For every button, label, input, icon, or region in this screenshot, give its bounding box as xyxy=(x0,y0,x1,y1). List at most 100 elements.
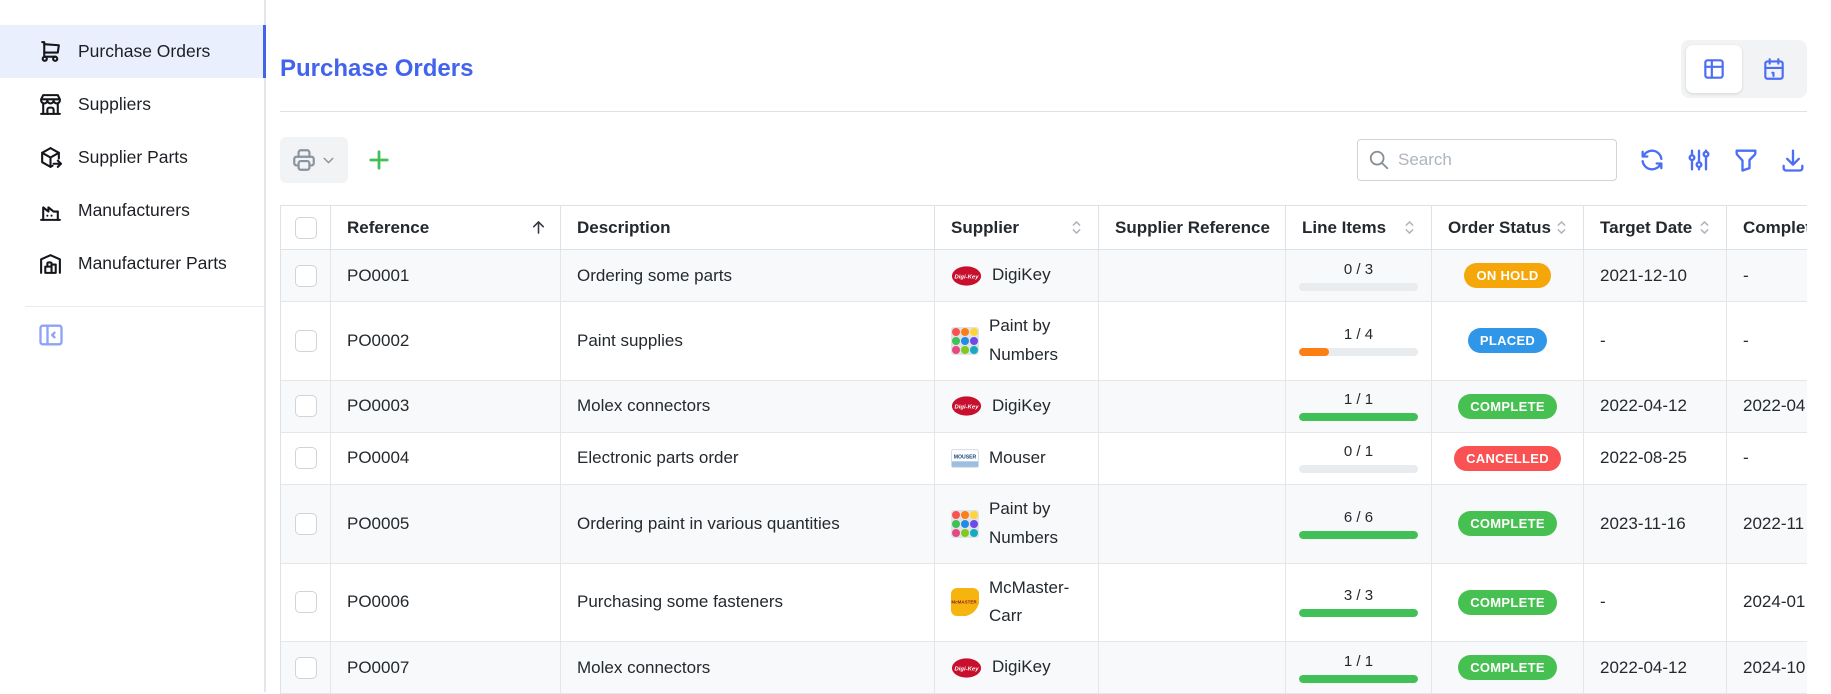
adjustments-icon xyxy=(1685,146,1713,174)
row-checkbox[interactable] xyxy=(295,513,317,535)
printer-icon xyxy=(291,147,317,173)
line-items-progress-fill xyxy=(1299,675,1418,683)
storefront-icon xyxy=(38,92,63,117)
line-items-cell: 6 / 6 xyxy=(1286,485,1432,564)
sort-selector-icon xyxy=(1695,218,1726,237)
sidebar-item-manufacturers[interactable]: Manufacturers xyxy=(0,184,264,237)
column-header-order_status[interactable]: Order Status xyxy=(1432,205,1584,250)
sidebar-item-label: Manufacturer Parts xyxy=(78,253,227,274)
supplier-cell: Digi-KeyDigiKey xyxy=(935,642,1099,694)
sort-ascending-icon xyxy=(529,218,560,237)
column-header-reference[interactable]: Reference xyxy=(331,205,561,250)
filter-button[interactable] xyxy=(1732,146,1760,174)
completion-date-cell: - xyxy=(1727,250,1807,302)
table-row[interactable]: PO0005Ordering paint in various quantiti… xyxy=(280,485,1807,564)
sort-selector-icon xyxy=(1067,218,1098,237)
table-row[interactable]: PO0003Molex connectorsDigi-KeyDigiKey1 /… xyxy=(280,381,1807,433)
table-row[interactable]: PO0001Ordering some partsDigi-KeyDigiKey… xyxy=(280,250,1807,302)
reference-cell: PO0004 xyxy=(331,433,561,485)
row-checkbox[interactable] xyxy=(295,330,317,352)
supplier-cell: Digi-KeyDigiKey xyxy=(935,250,1099,302)
filter-icon xyxy=(1732,146,1760,174)
column-header-description[interactable]: Description xyxy=(561,205,935,250)
sidebar-item-purchase-orders[interactable]: Purchase Orders xyxy=(0,25,264,78)
order-status-cell: CANCELLED xyxy=(1432,433,1584,485)
adjustments-button[interactable] xyxy=(1685,146,1713,174)
header-divider xyxy=(280,111,1807,112)
add-purchase-order-button[interactable] xyxy=(365,146,393,174)
sidebar-item-label: Purchase Orders xyxy=(78,41,210,62)
line-items-progress-fill xyxy=(1299,348,1329,356)
paint-by-numbers-logo xyxy=(951,510,979,538)
order-status-badge: COMPLETE xyxy=(1458,590,1557,615)
supplier-name: DigiKey xyxy=(992,392,1051,421)
svg-text:Digi-Key: Digi-Key xyxy=(955,666,980,672)
table-view-button[interactable] xyxy=(1686,45,1742,93)
column-header-completion_date[interactable]: Completion Date xyxy=(1727,205,1807,250)
order-status-badge: COMPLETE xyxy=(1458,655,1557,680)
description-cell: Paint supplies xyxy=(561,302,935,381)
order-status-cell: COMPLETE xyxy=(1432,564,1584,643)
table-row[interactable]: PO0006Purchasing some fastenersMcMASTERM… xyxy=(280,564,1807,643)
reference-cell: PO0001 xyxy=(331,250,561,302)
supplier-name: McMaster-Carr xyxy=(989,574,1090,632)
row-checkbox[interactable] xyxy=(295,447,317,469)
calendar-view-button[interactable] xyxy=(1746,45,1802,93)
row-checkbox[interactable] xyxy=(295,265,317,287)
plus-icon xyxy=(365,146,393,174)
sidebar-item-manufacturer-parts[interactable]: Manufacturer Parts xyxy=(0,237,264,290)
description-cell: Purchasing some fasteners xyxy=(561,564,935,643)
column-label: Target Date xyxy=(1584,218,1692,238)
order-status-badge: COMPLETE xyxy=(1458,394,1557,419)
select-all-checkbox[interactable] xyxy=(295,217,317,239)
column-header-line_items[interactable]: Line Items xyxy=(1286,205,1432,250)
order-status-cell: ON HOLD xyxy=(1432,250,1584,302)
row-checkbox[interactable] xyxy=(295,591,317,613)
line-items-progress-label: 1 / 4 xyxy=(1344,326,1373,343)
description-cell: Ordering paint in various quantities xyxy=(561,485,935,564)
svg-text:MOUSER: MOUSER xyxy=(954,454,977,460)
toolbar-right xyxy=(1357,139,1807,181)
sidebar-item-suppliers[interactable]: Suppliers xyxy=(0,78,264,131)
download-button[interactable] xyxy=(1779,146,1807,174)
line-items-progress-bar xyxy=(1299,465,1418,473)
table-row[interactable]: PO0007Molex connectorsDigi-KeyDigiKey1 /… xyxy=(280,642,1807,694)
row-checkbox-cell xyxy=(280,250,331,302)
line-items-progress-fill xyxy=(1299,531,1418,539)
table-row[interactable]: PO0002Paint suppliesPaint by Numbers1 / … xyxy=(280,302,1807,381)
column-header-supplier[interactable]: Supplier xyxy=(935,205,1099,250)
column-header-target_date[interactable]: Target Date xyxy=(1584,205,1727,250)
line-items-progress-label: 0 / 3 xyxy=(1344,261,1373,278)
completion-date-cell: 2022-04 xyxy=(1727,381,1807,433)
purchase-orders-table: ReferenceDescriptionSupplierSupplier Ref… xyxy=(280,205,1807,694)
column-header-supplier_reference[interactable]: Supplier Reference xyxy=(1099,205,1286,250)
sort-selector-icon xyxy=(1400,218,1431,237)
refresh-button[interactable] xyxy=(1638,146,1666,174)
supplier-reference-cell xyxy=(1099,433,1286,485)
supplier-reference-cell xyxy=(1099,250,1286,302)
sidebar-item-supplier-parts[interactable]: Supplier Parts xyxy=(0,131,264,184)
line-items-cell: 1 / 4 xyxy=(1286,302,1432,381)
table-row[interactable]: PO0004Electronic parts order MOUSER Mouser… xyxy=(280,433,1807,485)
supplier-name: Mouser xyxy=(989,444,1046,473)
line-items-progress-bar xyxy=(1299,609,1418,617)
reference-cell: PO0003 xyxy=(331,381,561,433)
column-label: Supplier Reference xyxy=(1099,218,1270,238)
completion-date-cell: 2022-11 xyxy=(1727,485,1807,564)
line-items-progress-bar xyxy=(1299,283,1418,291)
row-checkbox[interactable] xyxy=(295,657,317,679)
supplier-cell: McMASTERMcMaster-Carr xyxy=(935,564,1099,643)
print-actions-button[interactable] xyxy=(280,137,348,183)
description-cell: Electronic parts order xyxy=(561,433,935,485)
sort-selector-icon xyxy=(1552,218,1583,237)
sidebar-collapse-button[interactable] xyxy=(37,321,65,349)
supplier-cell: Paint by Numbers xyxy=(935,485,1099,564)
row-checkbox-cell xyxy=(280,302,331,381)
digikey-logo: Digi-Key xyxy=(951,265,982,287)
row-checkbox[interactable] xyxy=(295,395,317,417)
line-items-cell: 1 / 1 xyxy=(1286,642,1432,694)
supplier-reference-cell xyxy=(1099,564,1286,643)
search-input[interactable] xyxy=(1398,150,1606,170)
column-label: Line Items xyxy=(1286,218,1386,238)
row-checkbox-cell xyxy=(280,642,331,694)
